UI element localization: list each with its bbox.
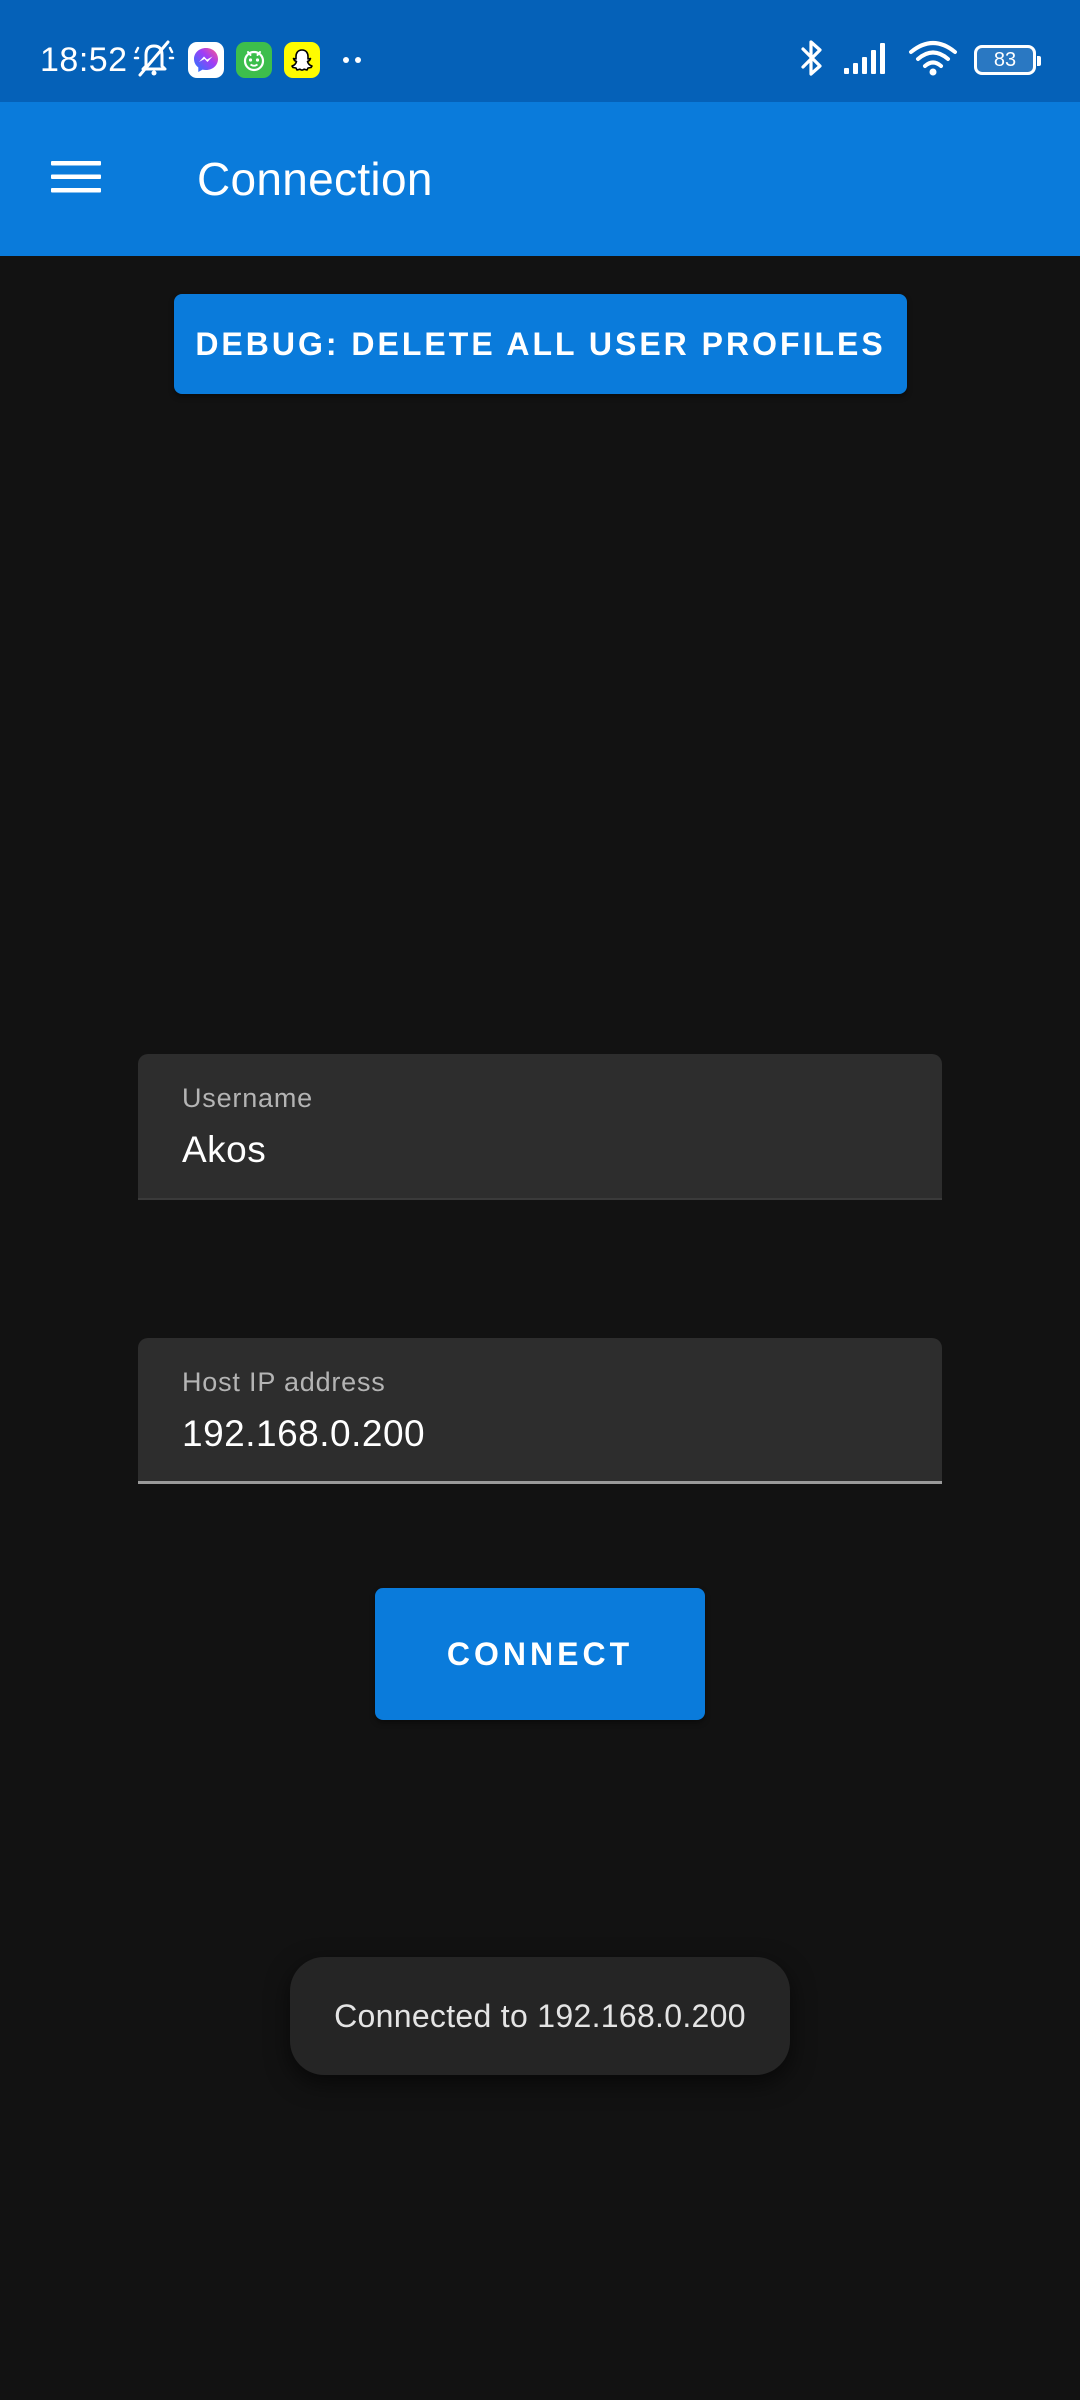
toast-notification: Connected to 192.168.0.200	[290, 1957, 790, 2075]
toast-message: Connected to 192.168.0.200	[334, 1997, 746, 2034]
app-bar: Connection	[0, 102, 1080, 256]
status-bar: 18:52 83	[0, 0, 1080, 102]
username-label: Username	[182, 1083, 313, 1113]
battery-icon: 83	[974, 45, 1041, 75]
menu-button[interactable]	[40, 147, 112, 211]
signal-icon	[842, 40, 892, 81]
wifi-icon	[908, 38, 958, 83]
username-input[interactable]	[182, 1126, 898, 1174]
username-field[interactable]: Username	[138, 1054, 942, 1200]
notification-icons	[132, 40, 372, 80]
host-ip-label: Host IP address	[182, 1367, 386, 1397]
host-ip-input[interactable]	[182, 1410, 898, 1458]
connection-screen: 18:52 83 Connection DEBUG: DELETE ALL US…	[0, 0, 1080, 2400]
mute-icon	[132, 38, 176, 83]
messenger-icon	[188, 42, 224, 78]
host-ip-field[interactable]: Host IP address	[138, 1338, 942, 1484]
system-icons: 83	[798, 38, 1041, 83]
more-dots-icon	[332, 38, 372, 83]
connect-button[interactable]: CONNECT	[375, 1588, 705, 1720]
bluetooth-icon	[798, 36, 826, 85]
page-title: Connection	[197, 153, 433, 205]
battery-level: 83	[993, 48, 1017, 71]
hamburger-menu-icon	[49, 157, 103, 202]
snapchat-icon	[284, 42, 320, 78]
android-app-icon	[236, 42, 272, 78]
status-time: 18:52	[40, 41, 128, 79]
delete-all-profiles-button[interactable]: DEBUG: DELETE ALL USER PROFILES	[174, 294, 907, 394]
